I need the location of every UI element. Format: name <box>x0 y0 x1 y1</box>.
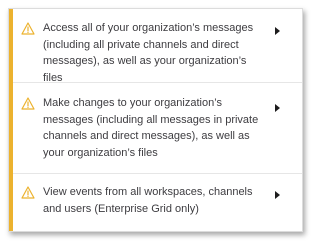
expand-caret-icon[interactable] <box>275 191 280 199</box>
expand-caret-icon[interactable] <box>275 27 280 35</box>
permissions-panel: Access all of your organization’s messag… <box>8 8 303 232</box>
warning-icon <box>21 186 35 199</box>
permission-item-access-messages[interactable]: Access all of your organization’s messag… <box>13 9 302 84</box>
warning-icon <box>21 97 35 110</box>
warning-icon <box>21 22 35 35</box>
permission-text: View events from all workspaces, channel… <box>43 186 253 215</box>
permission-item-view-events[interactable]: View events from all workspaces, channel… <box>13 174 302 231</box>
permission-text: Access all of your organization’s messag… <box>43 22 254 84</box>
permission-text: Make changes to your organization’s mess… <box>43 97 259 159</box>
permission-item-modify-messages[interactable]: Make changes to your organization’s mess… <box>13 83 302 174</box>
expand-caret-icon[interactable] <box>275 104 280 112</box>
